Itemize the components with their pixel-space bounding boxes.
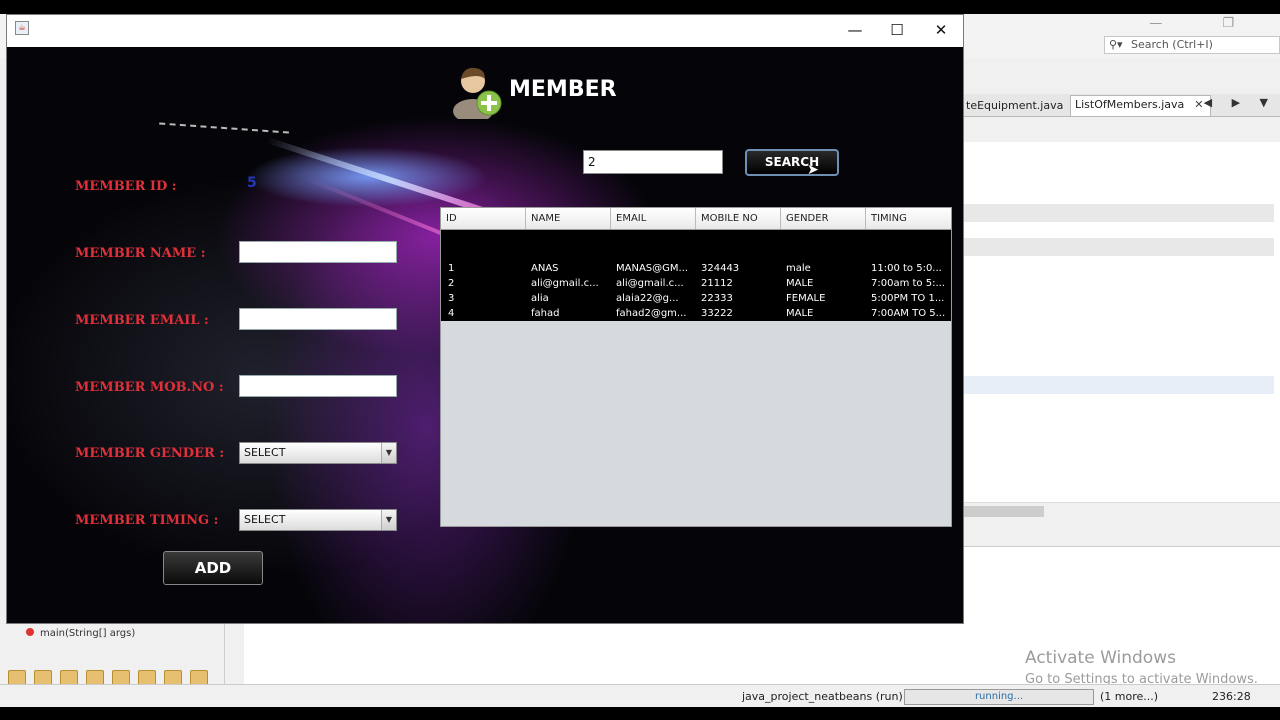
ide-editor[interactable]	[964, 142, 1280, 502]
member-mob-label: MEMBER MOB.NO :	[75, 380, 224, 395]
cell-id: 2	[448, 278, 455, 289]
page-title: MEMBER	[509, 77, 617, 102]
tab-scroll-arrows[interactable]: ◀ ▶ ▼	[1204, 96, 1276, 109]
member-name-label: MEMBER NAME :	[75, 246, 206, 261]
chevron-down-icon[interactable]: ▼	[381, 510, 396, 530]
status-progress-label: running...	[974, 691, 1024, 702]
activate-title: Activate Windows	[1025, 648, 1176, 668]
close-icon[interactable]: ✕	[1194, 98, 1203, 111]
navigator-item-main[interactable]: main(String[] args)	[26, 628, 135, 639]
search-button[interactable]: SEARCH	[745, 149, 839, 176]
editor-highlight-line	[964, 238, 1274, 256]
member-form-panel: MEMBER MEMBER ID : 5 MEMBER NAME : MEMBE…	[7, 47, 963, 623]
cell-gender: FEMALE	[786, 293, 826, 304]
cell-timing: 5:00PM TO 1...	[871, 293, 945, 304]
cell-mobile: 324443	[701, 263, 740, 274]
cell-name: fahad	[531, 308, 560, 319]
method-icon	[26, 628, 34, 636]
cell-timing: 7:00am to 5:...	[871, 278, 945, 289]
member-gender-label: MEMBER GENDER :	[75, 446, 225, 461]
ide-status-bar: java_project_neatbeans (run) #2 running.…	[0, 684, 1280, 707]
tab-list-of-members[interactable]: ListOfMembers.java ✕	[1070, 95, 1211, 116]
table-row[interactable]: 1 ANAS MANAS@GM... 324443 male 11:00 to …	[441, 261, 951, 276]
column-header-id[interactable]: ID	[441, 208, 526, 229]
timing-selected-value: SELECT	[244, 513, 286, 526]
cell-name: alia	[531, 293, 549, 304]
editor-horizontal-scrollbar[interactable]	[964, 502, 1280, 519]
cell-mobile: 33222	[701, 308, 733, 319]
cell-gender: MALE	[786, 308, 814, 319]
tab-label: ListOfMembers.java	[1075, 98, 1185, 111]
status-progress-bar: running...	[904, 689, 1094, 705]
cell-name: ali@gmail.c...	[531, 278, 599, 289]
editor-highlight-line	[964, 204, 1274, 222]
cell-email: fahad2@gm...	[616, 308, 687, 319]
status-cursor-position: 236:28	[1212, 690, 1251, 703]
mouse-cursor-icon: ➤	[807, 162, 819, 178]
member-email-label: MEMBER EMAIL :	[75, 313, 209, 328]
cell-email: MANAS@GM...	[616, 263, 689, 274]
member-name-field[interactable]	[239, 241, 397, 263]
gender-selected-value: SELECT	[244, 446, 286, 459]
members-table[interactable]: ID NAME EMAIL MOBILE NO GENDER TIMING 1 …	[440, 207, 952, 527]
member-id-value: 5	[247, 175, 257, 191]
cell-gender: male	[786, 263, 811, 274]
scrollbar-thumb[interactable]	[964, 506, 1044, 517]
cell-id: 4	[448, 308, 455, 319]
cell-mobile: 22333	[701, 293, 733, 304]
cell-timing: 11:00 to 5:0...	[871, 263, 942, 274]
status-run-label[interactable]: java_project_neatbeans (run) #2	[742, 690, 922, 703]
column-header-mobile[interactable]: MOBILE NO	[696, 208, 781, 229]
cell-name: ANAS	[531, 263, 559, 274]
cell-email: ali@gmail.c...	[616, 278, 684, 289]
status-more-label[interactable]: (1 more...)	[1100, 690, 1158, 703]
cell-id: 3	[448, 293, 455, 304]
ide-search-placeholder: Search (Ctrl+I)	[1131, 38, 1213, 51]
close-button[interactable]: ✕	[919, 17, 963, 43]
tab-label: teEquipment.java	[966, 99, 1064, 112]
table-row[interactable]: 2 ali@gmail.c... ali@gmail.c... 21112 MA…	[441, 276, 951, 291]
cell-email: alaia22@g...	[616, 293, 679, 304]
column-header-gender[interactable]: GENDER	[781, 208, 866, 229]
gender-select[interactable]: SELECT ▼	[239, 442, 397, 464]
window-titlebar[interactable]: ☕ — ☐ ✕	[7, 15, 963, 46]
table-body: 1 ANAS MANAS@GM... 324443 male 11:00 to …	[441, 230, 951, 321]
column-header-name[interactable]: NAME	[526, 208, 611, 229]
activate-windows-watermark: Activate Windows Go to Settings to activ…	[1025, 648, 1258, 687]
member-email-field[interactable]	[239, 308, 397, 330]
cell-gender: MALE	[786, 278, 814, 289]
search-input[interactable]: 2	[583, 150, 723, 174]
member-window: ☕ — ☐ ✕ MEMBER MEMBER ID : 5 MEMBER NAME…	[6, 14, 964, 624]
search-icon: ⚲▾	[1109, 38, 1123, 51]
column-header-timing[interactable]: TIMING	[866, 208, 951, 229]
table-row[interactable]: 3 alia alaia22@g... 22333 FEMALE 5:00PM …	[441, 291, 951, 306]
member-timing-label: MEMBER TIMING :	[75, 513, 219, 528]
maximize-button[interactable]: ☐	[875, 17, 919, 43]
tab-equipment[interactable]: teEquipment.java✕	[966, 97, 1083, 115]
cell-mobile: 21112	[701, 278, 733, 289]
column-header-email[interactable]: EMAIL	[611, 208, 696, 229]
cell-id: 1	[448, 263, 455, 274]
minimize-button[interactable]: —	[833, 17, 877, 43]
background-decoration	[159, 122, 289, 136]
java-icon: ☕	[15, 21, 29, 35]
ide-editor-tabs: teEquipment.java✕ ListOfMembers.java ✕ ◀ …	[964, 94, 1280, 117]
table-row[interactable]: 4 fahad fahad2@gm... 33222 MALE 7:00AM T…	[441, 306, 951, 321]
chevron-down-icon[interactable]: ▼	[381, 443, 396, 463]
table-header: ID NAME EMAIL MOBILE NO GENDER TIMING	[441, 208, 951, 230]
member-id-label: MEMBER ID :	[75, 179, 177, 194]
timing-select[interactable]: SELECT ▼	[239, 509, 397, 531]
ide-search-input[interactable]: ⚲▾ Search (Ctrl+I)	[1104, 36, 1280, 54]
add-button[interactable]: ADD	[163, 551, 263, 585]
editor-current-line	[964, 376, 1274, 394]
member-mob-field[interactable]	[239, 375, 397, 397]
cell-timing: 7:00AM TO 5...	[871, 308, 946, 319]
navigator-item-label: main(String[] args)	[40, 628, 136, 639]
ide-window-controls[interactable]: — ❐	[1149, 16, 1262, 31]
add-member-icon	[453, 67, 502, 119]
